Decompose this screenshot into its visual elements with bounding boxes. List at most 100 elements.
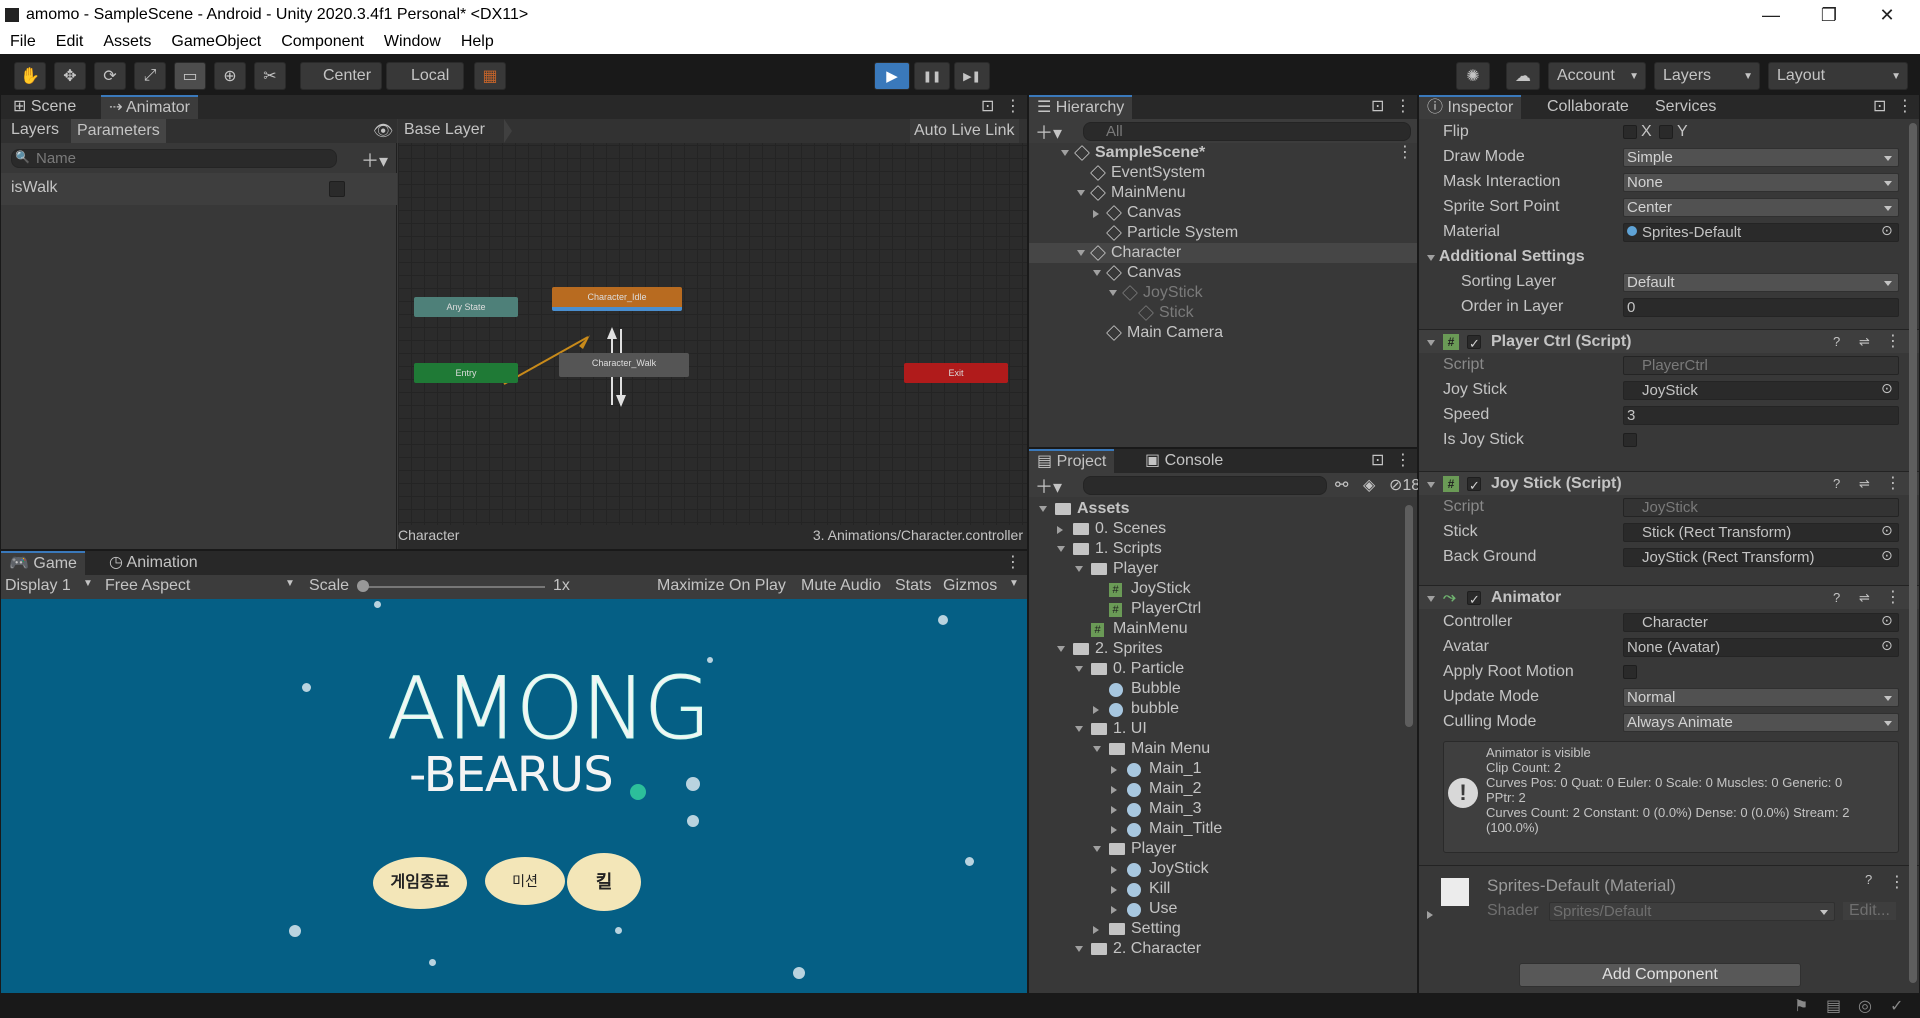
project-create-icon[interactable]: ＋▾ bbox=[1035, 473, 1062, 499]
debug-icon[interactable]: ⚑ bbox=[1794, 996, 1808, 1016]
menu-window[interactable]: Window bbox=[374, 33, 451, 51]
project-item[interactable]: bubble bbox=[1029, 699, 1403, 719]
help-icon[interactable]: ? bbox=[1833, 472, 1840, 496]
tab-services[interactable]: Services bbox=[1647, 95, 1724, 119]
project-item[interactable]: Bubble bbox=[1029, 679, 1403, 699]
cache-icon[interactable]: ▤ bbox=[1826, 996, 1841, 1016]
object-picker-icon[interactable]: ⊙ bbox=[1881, 222, 1893, 239]
object-picker-icon[interactable]: ⊙ bbox=[1881, 637, 1893, 654]
cloud-icon[interactable]: ☁ bbox=[1506, 62, 1540, 90]
project-search-input[interactable] bbox=[1083, 476, 1327, 495]
project-item[interactable]: # MainMenu bbox=[1029, 619, 1403, 639]
parameters-subtab[interactable]: Parameters bbox=[71, 119, 166, 143]
project-scrollbar[interactable] bbox=[1405, 505, 1413, 727]
network-icon[interactable]: ◎ bbox=[1858, 996, 1872, 1016]
presets-icon[interactable]: ⇌ bbox=[1859, 586, 1870, 610]
restore-button[interactable]: ❐ bbox=[1800, 0, 1858, 30]
joy-stick-field[interactable]: JoyStick bbox=[1623, 381, 1899, 400]
hidden-count-icon[interactable]: ⊘18 bbox=[1389, 475, 1420, 495]
hierarchy-item[interactable]: Canvas bbox=[1029, 203, 1417, 223]
gizmos-button[interactable]: Gizmos bbox=[943, 577, 997, 595]
tab-project[interactable]: ▤ Project bbox=[1029, 449, 1115, 473]
component-menu-icon[interactable]: ⋮ bbox=[1885, 586, 1901, 610]
object-picker-icon[interactable]: ⊙ bbox=[1881, 380, 1893, 397]
hierarchy-item[interactable]: MainMenu bbox=[1029, 183, 1417, 203]
joy-stick-header[interactable]: # Joy Stick (Script) ? ⇌ ⋮ bbox=[1419, 471, 1919, 498]
tab-collaborate[interactable]: Collaborate bbox=[1539, 95, 1637, 119]
object-picker-icon[interactable]: ⊙ bbox=[1881, 522, 1893, 539]
foldout-arrow-icon[interactable] bbox=[1093, 210, 1099, 218]
walk-state-node[interactable]: Character_Walk bbox=[559, 353, 689, 377]
project-item[interactable]: 0. Scenes bbox=[1029, 519, 1403, 539]
project-item[interactable]: 2. Character bbox=[1029, 939, 1403, 959]
exit-node[interactable]: Exit bbox=[904, 363, 1008, 383]
project-item[interactable]: Main_2 bbox=[1029, 779, 1403, 799]
scale-slider-handle[interactable] bbox=[357, 580, 369, 592]
hierarchy-search-input[interactable]: All bbox=[1083, 122, 1411, 141]
display-dropdown[interactable]: Display 1 bbox=[5, 577, 71, 595]
game-kebab-icon[interactable]: ⋮ bbox=[997, 551, 1029, 575]
foldout-arrow-icon[interactable] bbox=[1039, 506, 1047, 512]
component-menu-icon[interactable]: ⋮ bbox=[1885, 330, 1901, 354]
hierarchy-item[interactable]: JoyStick bbox=[1029, 283, 1417, 303]
shader-edit-button[interactable]: Edit... bbox=[1843, 902, 1896, 920]
kebab-menu-icon[interactable]: ⋮ bbox=[997, 95, 1029, 119]
layers-dropdown[interactable]: Layers ▼ bbox=[1654, 62, 1760, 90]
project-item[interactable]: Main Menu bbox=[1029, 739, 1403, 759]
create-icon[interactable]: ＋▾ bbox=[1035, 119, 1062, 145]
material-field[interactable]: Sprites-Default bbox=[1623, 223, 1899, 242]
scale-slider[interactable] bbox=[361, 586, 545, 588]
object-picker-icon[interactable]: ⊙ bbox=[1881, 547, 1893, 564]
stats-button[interactable]: Stats bbox=[895, 577, 931, 595]
culling-mode-dropdown[interactable]: Always Animate bbox=[1623, 713, 1899, 732]
foldout-arrow-icon[interactable] bbox=[1077, 190, 1085, 196]
component-menu-icon[interactable]: ⋮ bbox=[1885, 472, 1901, 496]
any-state-node[interactable]: Any State bbox=[414, 297, 518, 317]
filter-type-icon[interactable]: ⚯ bbox=[1335, 475, 1348, 495]
project-item[interactable]: Player bbox=[1029, 559, 1403, 579]
project-item[interactable]: 0. Particle bbox=[1029, 659, 1403, 679]
maximize-on-play-button[interactable]: Maximize On Play bbox=[657, 577, 786, 595]
foldout-arrow-icon[interactable] bbox=[1093, 706, 1099, 714]
menu-help[interactable]: Help bbox=[451, 33, 504, 51]
foldout-arrow-icon[interactable] bbox=[1111, 806, 1117, 814]
filter-label-icon[interactable]: ◈ bbox=[1363, 475, 1375, 495]
parameter-search-input[interactable]: Name bbox=[11, 149, 337, 168]
inspector-scrollbar[interactable] bbox=[1909, 123, 1917, 983]
menu-file[interactable]: File bbox=[0, 33, 46, 51]
account-dropdown[interactable]: Account ▼ bbox=[1548, 62, 1646, 90]
help-icon[interactable]: ? bbox=[1865, 872, 1872, 887]
foldout-arrow-icon[interactable] bbox=[1077, 250, 1085, 256]
stick-field[interactable]: Stick (Rect Transform) bbox=[1623, 523, 1899, 542]
layout-dropdown[interactable]: Layout ▼ bbox=[1768, 62, 1908, 90]
menu-edit[interactable]: Edit bbox=[46, 33, 94, 51]
foldout-arrow-icon[interactable] bbox=[1061, 150, 1069, 156]
hierarchy-item[interactable]: Character bbox=[1029, 243, 1417, 263]
project-item[interactable]: # JoyStick bbox=[1029, 579, 1403, 599]
foldout-arrow-icon[interactable] bbox=[1093, 746, 1101, 752]
draw-mode-dropdown[interactable]: Simple bbox=[1623, 148, 1899, 167]
rotate-tool-icon[interactable]: ⟳ bbox=[94, 62, 126, 90]
custom-tool-icon[interactable]: ✂ bbox=[254, 62, 286, 90]
controller-field[interactable]: Character bbox=[1623, 613, 1899, 632]
hierarchy-item[interactable]: Canvas bbox=[1029, 263, 1417, 283]
foldout-arrow-icon[interactable] bbox=[1093, 846, 1101, 852]
hierarchy-item[interactable]: Main Camera bbox=[1029, 323, 1417, 343]
project-item[interactable]: 1. UI bbox=[1029, 719, 1403, 739]
project-item[interactable]: Main_Title bbox=[1029, 819, 1403, 839]
menu-gameobject[interactable]: GameObject bbox=[161, 33, 271, 51]
kill-fish-button[interactable]: 킬 bbox=[567, 853, 641, 911]
mask-interaction-dropdown[interactable]: None bbox=[1623, 173, 1899, 192]
animator-component-header[interactable]: ⤳ Animator ? ⇌ ⋮ bbox=[1419, 585, 1919, 612]
back-ground-field[interactable]: JoyStick (Rect Transform) bbox=[1623, 548, 1899, 567]
play-button[interactable]: ▶ bbox=[874, 62, 910, 90]
project-item[interactable]: Setting bbox=[1029, 919, 1403, 939]
sprite-sort-point-dropdown[interactable]: Center bbox=[1623, 198, 1899, 217]
player-ctrl-enabled-checkbox[interactable] bbox=[1467, 332, 1481, 356]
component-menu-icon[interactable]: ⋮ bbox=[1889, 872, 1905, 892]
order-in-layer-input[interactable]: 0 bbox=[1623, 298, 1899, 317]
player-ctrl-header[interactable]: # Player Ctrl (Script) ? ⇌ ⋮ bbox=[1419, 329, 1919, 356]
foldout-arrow-icon[interactable] bbox=[1057, 526, 1063, 534]
project-item[interactable]: Assets bbox=[1029, 499, 1403, 519]
foldout-arrow-icon[interactable] bbox=[1075, 666, 1083, 672]
